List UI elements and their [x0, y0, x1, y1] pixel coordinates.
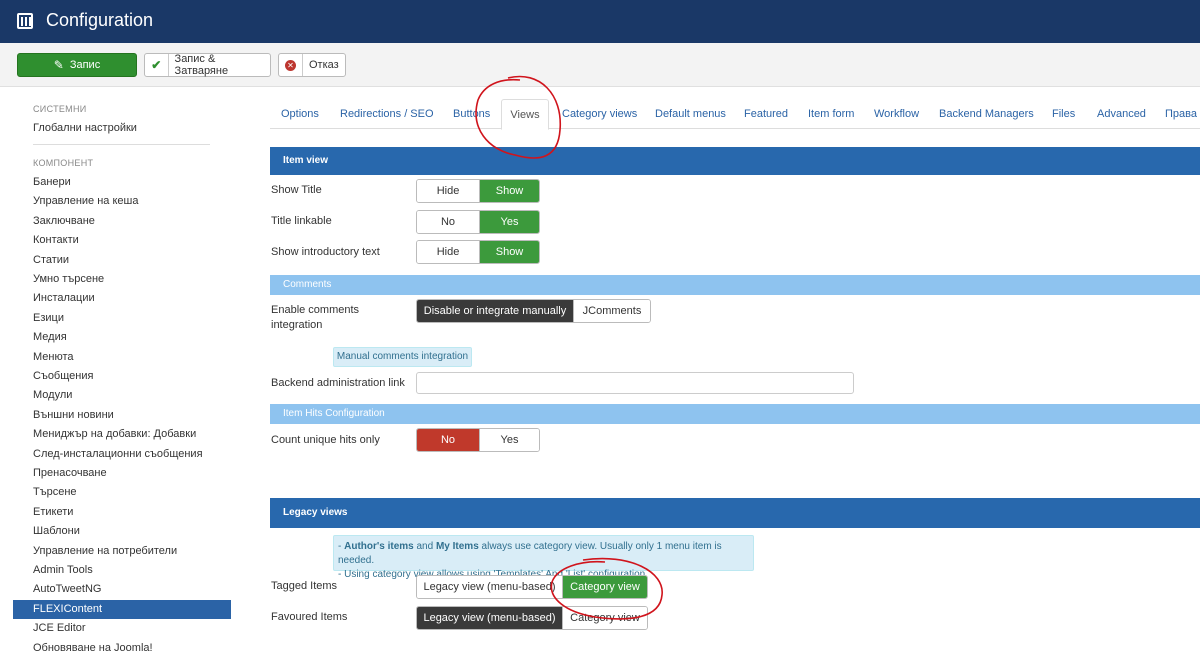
section-item-hits: Item Hits Configuration [270, 404, 1200, 424]
favoured-items-category-option[interactable]: Category view [562, 607, 647, 629]
sidebar-item-търсене[interactable]: Търсене [13, 483, 231, 502]
title-linkable-label: Title linkable [271, 215, 332, 227]
save-and-close-label: Запис & Затваряне [174, 53, 229, 77]
app-header: Configuration [0, 0, 1200, 43]
sidebar-item-flexicontent[interactable]: FLEXIContent [13, 599, 231, 619]
sidebar-heading-system: СИСТЕМНИ [33, 104, 87, 114]
sidebar-item-шаблони[interactable]: Шаблони [13, 522, 231, 541]
save-button[interactable]: ✎ Запис [17, 53, 137, 77]
count-unique-hits-no-option[interactable]: No [417, 429, 479, 451]
sidebar-item-jce-editor[interactable]: JCE Editor [13, 619, 231, 638]
count-unique-hits-yes-option[interactable]: Yes [479, 429, 539, 451]
manual-comments-note: Manual comments integration [333, 347, 472, 367]
enable-comments-label: Enable comments integration [271, 304, 360, 331]
legacy-views-note: - Author's items and My Items always use… [333, 535, 754, 580]
tab-backend-managers[interactable]: Backend Managers [939, 99, 1034, 129]
tab-permissions[interactable]: Права [1165, 99, 1197, 129]
tab-advanced[interactable]: Advanced [1097, 99, 1146, 129]
backend-admin-link-label: Backend administration link [271, 377, 405, 389]
save-and-close-button[interactable]: ✔ Запис & Затваряне [144, 53, 271, 77]
config-tabs: Options Redirections / SEO Buttons Views… [270, 99, 1200, 130]
cancel-button[interactable]: ✕ Отказ [278, 53, 346, 77]
sidebar-item-инсталации[interactable]: Инсталации [13, 289, 231, 308]
enable-comments-toggle: Disable or integrate manually JComments [416, 299, 651, 323]
sidebar-item-след-инсталационни-съобщения[interactable]: След-инсталационни съобщения [13, 445, 231, 464]
sidebar-item-езици[interactable]: Езици [13, 309, 231, 328]
sidebar-item-пренасочване[interactable]: Пренасочване [13, 464, 231, 483]
sidebar-item-съобщения[interactable]: Съобщения [13, 367, 231, 386]
tagged-items-legacy-option[interactable]: Legacy view (menu-based) [417, 576, 562, 598]
sidebar-item-банери[interactable]: Банери [13, 173, 231, 192]
show-intro-hide-option[interactable]: Hide [417, 241, 479, 263]
toolbar: ✎ Запис ✔ Запис & Затваряне ✕ Отказ [0, 43, 1200, 87]
section-item-view: Item view [270, 147, 1200, 175]
sidebar-heading-component: КОМПОНЕНТ [33, 158, 94, 168]
show-title-toggle: Hide Show [416, 179, 540, 203]
sidebar-item-admin-tools[interactable]: Admin Tools [13, 561, 231, 580]
tab-buttons[interactable]: Buttons [453, 99, 490, 129]
sidebar-item-autotweetng[interactable]: AutoTweetNG [13, 580, 231, 599]
sidebar-item-мениджър-на-добавки-добавки[interactable]: Мениджър на добавки: Добавки [13, 425, 231, 444]
sidebar-item-медия[interactable]: Медия [13, 328, 231, 347]
sidebar-item-етикети[interactable]: Етикети [13, 503, 231, 522]
favoured-items-legacy-option[interactable]: Legacy view (menu-based) [417, 607, 562, 629]
count-unique-hits-toggle: No Yes [416, 428, 540, 452]
tagged-items-label: Tagged Items [271, 580, 338, 592]
sidebar-item-модули[interactable]: Модули [13, 386, 231, 405]
sidebar-item-управление-на-кеша[interactable]: Управление на кеша [13, 192, 231, 211]
sidebar-item-обновяване-на-joomla-[interactable]: Обновяване на Joomla! [13, 639, 231, 658]
sidebar-item-статии[interactable]: Статии [13, 251, 231, 270]
tab-category-views[interactable]: Category views [562, 99, 637, 129]
show-title-show-option[interactable]: Show [479, 180, 539, 202]
tab-featured[interactable]: Featured [744, 99, 788, 129]
sliders-icon [17, 13, 33, 29]
sidebar-item-global-settings[interactable]: Глобални настройки [13, 119, 231, 138]
sidebar-item-умно-търсене[interactable]: Умно търсене [13, 270, 231, 289]
favoured-items-label: Favoured Items [271, 611, 348, 623]
page-title: Configuration [46, 10, 154, 30]
sidebar-divider [33, 144, 210, 145]
title-linkable-toggle: No Yes [416, 210, 540, 234]
tab-redirections-seo[interactable]: Redirections / SEO [340, 99, 434, 129]
count-unique-hits-label: Count unique hits only [271, 434, 380, 446]
edit-icon: ✎ [53, 58, 64, 72]
jcomments-option[interactable]: JComments [573, 300, 650, 322]
tab-views[interactable]: Views [501, 99, 549, 130]
favoured-items-toggle: Legacy view (menu-based) Category view [416, 606, 648, 630]
save-label: Запис [69, 59, 101, 71]
tagged-items-category-option[interactable]: Category view [562, 576, 647, 598]
tagged-items-toggle: Legacy view (menu-based) Category view [416, 575, 648, 599]
show-intro-show-option[interactable]: Show [479, 241, 539, 263]
title-linkable-no-option[interactable]: No [417, 211, 479, 233]
disable-comments-option[interactable]: Disable or integrate manually [417, 300, 573, 322]
section-comments: Comments [270, 275, 1200, 295]
backend-admin-link-input[interactable] [416, 372, 854, 394]
cancel-icon: ✕ [285, 59, 296, 71]
show-intro-label: Show introductory text [271, 246, 380, 258]
sidebar-item-менюта[interactable]: Менюта [13, 348, 231, 367]
tab-options[interactable]: Options [281, 99, 319, 129]
tab-item-form[interactable]: Item form [808, 99, 854, 129]
sidebar-item-управление-на-потребители[interactable]: Управление на потребители [13, 542, 231, 561]
show-intro-toggle: Hide Show [416, 240, 540, 264]
tab-default-menus[interactable]: Default menus [655, 99, 726, 129]
check-icon: ✔ [151, 58, 162, 72]
tab-workflow[interactable]: Workflow [874, 99, 919, 129]
sidebar-item-заключване[interactable]: Заключване [13, 212, 231, 231]
sidebar-item-външни-новини[interactable]: Външни новини [13, 406, 231, 425]
show-title-hide-option[interactable]: Hide [417, 180, 479, 202]
show-title-label: Show Title [271, 184, 322, 196]
sidebar-item-контакти[interactable]: Контакти [13, 231, 231, 250]
cancel-label: Отказ [309, 59, 339, 71]
title-linkable-yes-option[interactable]: Yes [479, 211, 539, 233]
section-legacy-views: Legacy views [270, 498, 1200, 528]
tab-files[interactable]: Files [1052, 99, 1075, 129]
